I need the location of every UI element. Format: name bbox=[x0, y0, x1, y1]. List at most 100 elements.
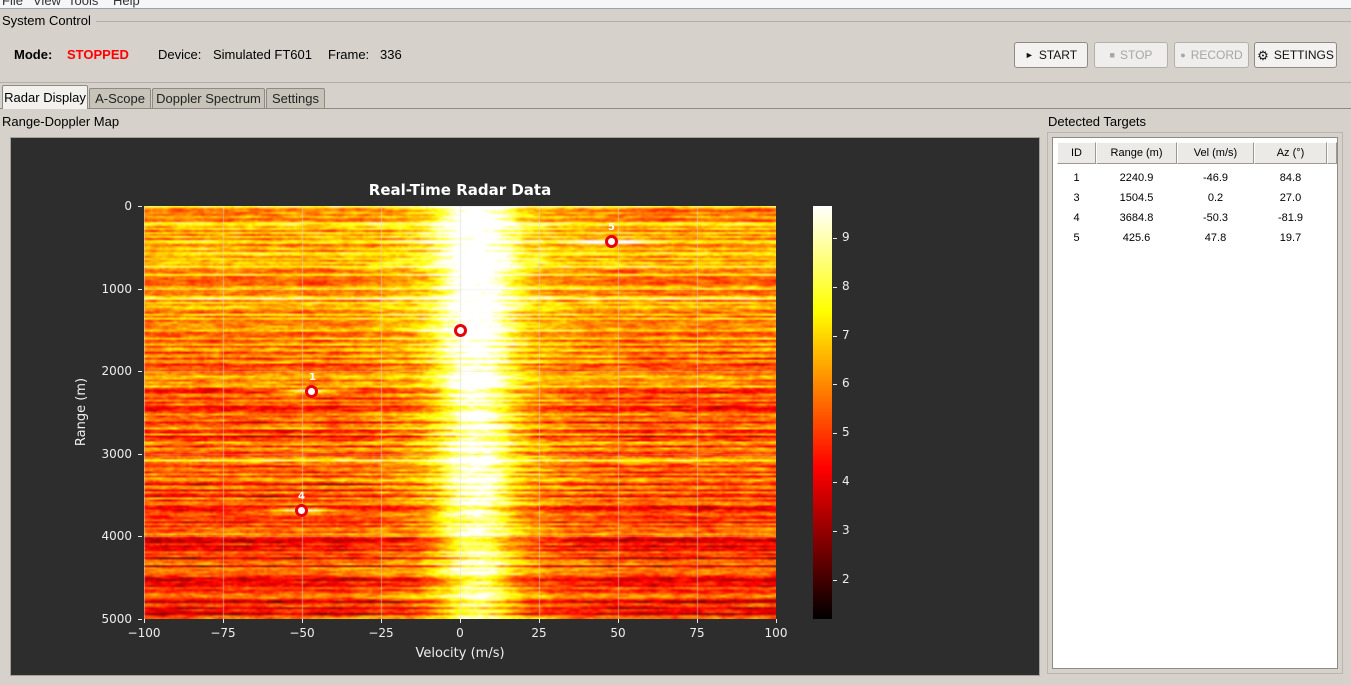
y-tick-mark bbox=[138, 288, 142, 290]
x-tick-mark bbox=[696, 619, 698, 623]
x-tick-mark bbox=[775, 619, 777, 623]
stop-icon: ■ bbox=[1109, 49, 1115, 60]
plot-title: Real-Time Radar Data bbox=[368, 181, 552, 199]
frame-label: Frame: bbox=[328, 47, 370, 62]
y-tick-label: 3000 bbox=[101, 446, 132, 461]
x-tick-mark bbox=[222, 619, 224, 623]
colorbar-tick-label: 5 bbox=[842, 425, 850, 440]
system-control-group-label: System Control bbox=[0, 13, 96, 28]
x-tick-label: 50 bbox=[610, 626, 626, 640]
x-tick-label: 0 bbox=[456, 626, 464, 640]
tab-radar-display[interactable]: Radar Display bbox=[2, 85, 88, 109]
y-tick-mark bbox=[138, 371, 142, 373]
target-marker-label: 4 bbox=[298, 491, 305, 502]
cell: 5 bbox=[1073, 232, 1080, 244]
y-tick-label: 5000 bbox=[101, 612, 132, 626]
colorbar bbox=[813, 206, 832, 619]
target-marker bbox=[295, 504, 308, 517]
colorbar-tick-label: 7 bbox=[842, 327, 850, 342]
cell: 1 bbox=[1073, 172, 1080, 184]
cell: -50.3 bbox=[1202, 212, 1229, 224]
x-tick-mark bbox=[617, 619, 619, 623]
colorbar-tick-mark bbox=[833, 482, 837, 484]
record-icon: ● bbox=[1180, 49, 1186, 60]
menu-file[interactable]: File bbox=[2, 0, 23, 8]
x-tick-mark bbox=[380, 619, 382, 623]
column-header-id[interactable]: ID bbox=[1057, 142, 1096, 164]
x-tick-label: −100 bbox=[127, 626, 161, 640]
stop-button: ■ STOP bbox=[1094, 42, 1168, 68]
menu-tools[interactable]: Tools bbox=[68, 0, 98, 8]
cell: -81.9 bbox=[1277, 212, 1304, 224]
range-doppler-map-label: Range-Doppler Map bbox=[2, 114, 120, 129]
cell: 3684.8 bbox=[1119, 212, 1154, 224]
colorbar-tick-mark bbox=[833, 384, 837, 386]
cell: 19.7 bbox=[1279, 232, 1302, 244]
gear-icon: ⚙ bbox=[1257, 47, 1269, 63]
tab-doppler-spectrum[interactable]: Doppler Spectrum bbox=[152, 88, 265, 108]
menu-help[interactable]: Help bbox=[113, 0, 140, 8]
colorbar-tick-mark bbox=[833, 286, 837, 288]
y-tick-label: 0 bbox=[124, 199, 132, 213]
y-tick-mark bbox=[138, 619, 142, 620]
cell: 84.8 bbox=[1279, 172, 1302, 184]
button-label: RECORD bbox=[1190, 48, 1243, 62]
colorbar-tick-label: 2 bbox=[842, 571, 850, 586]
cell: 3 bbox=[1073, 192, 1080, 204]
colorbar-tick-label: 9 bbox=[842, 229, 850, 244]
x-tick-label: −50 bbox=[289, 626, 315, 640]
target-marker-label: 5 bbox=[608, 222, 615, 233]
colorbar-tick-label: 4 bbox=[842, 474, 850, 489]
x-axis-label: Velocity (m/s) bbox=[415, 646, 505, 661]
column-header-range-m[interactable]: Range (m) bbox=[1096, 142, 1177, 164]
colorbar-tick-mark bbox=[833, 335, 837, 337]
y-tick-mark bbox=[138, 453, 142, 455]
detected-targets-panel: ID Range (m) Vel (m/s) Az (°) 1 2240.9 -46.9 84… bbox=[1047, 132, 1343, 674]
menu-view[interactable]: View bbox=[33, 0, 61, 8]
x-tick-mark bbox=[459, 619, 461, 623]
button-label: STOP bbox=[1119, 48, 1153, 62]
x-tick-label: 100 bbox=[764, 626, 788, 640]
detected-targets-label: Detected Targets bbox=[1048, 114, 1147, 129]
button-label: START bbox=[1038, 48, 1078, 62]
cell: 27.0 bbox=[1279, 192, 1302, 204]
cell: 0.2 bbox=[1207, 192, 1224, 204]
colorbar-tick-label: 8 bbox=[842, 278, 850, 293]
x-tick-label: 75 bbox=[689, 626, 705, 640]
colorbar-tick-mark bbox=[833, 531, 837, 533]
radar-plot-panel: Real-Time Radar Data Velocity (m/s) Rang… bbox=[10, 137, 1040, 676]
target-marker bbox=[605, 235, 618, 248]
y-tick-label: 4000 bbox=[101, 529, 132, 544]
target-marker bbox=[454, 324, 467, 337]
tab-strip-divider bbox=[0, 108, 1351, 109]
device-value: Simulated FT601 bbox=[213, 47, 312, 62]
x-tick-label: 25 bbox=[531, 626, 547, 640]
colorbar-tick-mark bbox=[833, 579, 837, 581]
menu-bar: File View Tools Help bbox=[0, 0, 1351, 9]
column-header-vel-m-s[interactable]: Vel (m/s) bbox=[1177, 142, 1254, 164]
cell: 47.8 bbox=[1204, 232, 1227, 244]
column-header-stub bbox=[1327, 142, 1337, 164]
tab-a-scope[interactable]: A-Scope bbox=[89, 88, 151, 108]
x-tick-label: −75 bbox=[210, 626, 236, 640]
settings-button[interactable]: ⚙ SETTINGS bbox=[1254, 42, 1337, 68]
tab-settings[interactable]: Settings bbox=[266, 88, 325, 108]
mode-value: STOPPED bbox=[67, 47, 129, 62]
colorbar-tick-mark bbox=[833, 433, 837, 435]
record-button: ● RECORD bbox=[1174, 42, 1249, 68]
target-marker bbox=[305, 385, 318, 398]
play-icon: ► bbox=[1024, 49, 1034, 60]
y-tick-mark bbox=[138, 206, 142, 207]
target-marker-label: 3 bbox=[458, 311, 465, 322]
y-tick-label: 1000 bbox=[101, 281, 132, 296]
cell: 425.6 bbox=[1122, 232, 1151, 244]
y-axis-label: Range (m) bbox=[74, 377, 89, 447]
targets-table: ID Range (m) Vel (m/s) Az (°) 1 2240.9 -46.9 84… bbox=[1052, 137, 1338, 669]
start-button[interactable]: ► START bbox=[1014, 42, 1088, 68]
x-tick-mark bbox=[538, 619, 540, 623]
cell: 2240.9 bbox=[1119, 172, 1154, 184]
cell: -46.9 bbox=[1202, 172, 1229, 184]
y-tick-label: 2000 bbox=[101, 364, 132, 379]
y-tick-mark bbox=[138, 536, 142, 538]
column-header-az[interactable]: Az (°) bbox=[1254, 142, 1327, 164]
